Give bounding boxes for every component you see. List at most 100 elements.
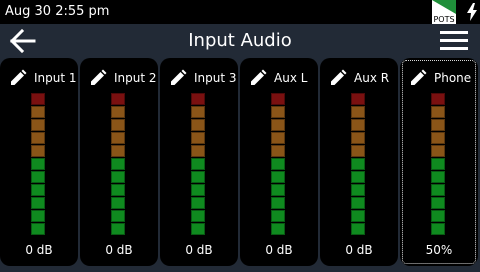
channel-card-phone[interactable]: Phone 50% (400, 58, 478, 266)
meter-segment (431, 119, 445, 131)
meter-segment (271, 223, 285, 235)
meter-segment (111, 171, 125, 183)
meter-segment (431, 106, 445, 118)
meter-segment (31, 145, 45, 157)
meter-segment (191, 171, 205, 183)
meter-segment (31, 197, 45, 209)
meter-segment (351, 223, 365, 235)
pencil-icon[interactable] (9, 69, 27, 87)
meter-segment (191, 119, 205, 131)
channel-header: Input 2 (88, 68, 157, 88)
meter-segment (111, 210, 125, 222)
meter-segment (111, 223, 125, 235)
pencil-icon[interactable] (329, 69, 347, 87)
meter-segment (431, 158, 445, 170)
channel-header: Phone (408, 68, 474, 88)
meter-segment (111, 106, 125, 118)
pots-badge-label: POTS (433, 15, 454, 24)
meter-segment (351, 145, 365, 157)
meter-segment (111, 158, 125, 170)
channel-header: Input 1 (8, 68, 77, 88)
meter-segment (191, 158, 205, 170)
channel-header: Aux L (248, 68, 314, 88)
title-bar: Input Audio (0, 24, 480, 58)
meter-segment (191, 184, 205, 196)
meter-segment (191, 106, 205, 118)
channel-header: Aux R (328, 68, 394, 88)
pencil-icon[interactable] (89, 69, 107, 87)
meter-segment (431, 171, 445, 183)
channel-card-input-2[interactable]: Input 2 0 dB (80, 58, 158, 266)
meter-segment (271, 184, 285, 196)
pencil-icon[interactable] (249, 69, 267, 87)
meter-segment (191, 197, 205, 209)
meter-segment (31, 171, 45, 183)
meter-segment (351, 132, 365, 144)
meter-segment (271, 132, 285, 144)
meter-segment (431, 210, 445, 222)
channel-name: Input 1 (34, 71, 77, 85)
meter-segment (31, 93, 45, 105)
meter-segment (111, 145, 125, 157)
meter-segment (31, 158, 45, 170)
pencil-icon[interactable] (409, 69, 427, 87)
channel-level-value: 0 dB (25, 243, 53, 257)
meter-segment (271, 145, 285, 157)
channel-header: Input 3 (168, 68, 237, 88)
meter-segment (271, 197, 285, 209)
meter-segment (191, 93, 205, 105)
meter-segment (351, 158, 365, 170)
meter-segment (31, 119, 45, 131)
hamburger-menu-icon[interactable] (440, 31, 468, 51)
meter-segment (191, 145, 205, 157)
channel-card-aux-r[interactable]: Aux R 0 dB (320, 58, 398, 266)
channel-level-value: 0 dB (345, 243, 373, 257)
meter-segment (31, 210, 45, 222)
meter-segment (431, 132, 445, 144)
meter-segment (191, 132, 205, 144)
meter-segment (111, 119, 125, 131)
meter-segment (351, 171, 365, 183)
meter-segment (111, 184, 125, 196)
meter-segment (351, 106, 365, 118)
channel-name: Input 3 (194, 71, 237, 85)
meter-segment (191, 223, 205, 235)
channel-name: Input 2 (114, 71, 157, 85)
meter-segment (351, 93, 365, 105)
meter-segment (351, 184, 365, 196)
meter-segment (31, 106, 45, 118)
meter-segment (111, 197, 125, 209)
page-title: Input Audio (188, 30, 292, 51)
meter-segment (111, 93, 125, 105)
channel-name: Aux L (274, 71, 308, 85)
channel-card-input-3[interactable]: Input 3 0 dB (160, 58, 238, 266)
meter-segment (111, 132, 125, 144)
lightning-icon (467, 3, 477, 21)
channel-name: Aux R (354, 71, 390, 85)
meter-segment (431, 223, 445, 235)
pencil-icon[interactable] (169, 69, 187, 87)
channel-level-value: 50% (425, 243, 453, 257)
channel-name: Phone (434, 71, 472, 85)
meter-segment (271, 119, 285, 131)
meter-segment (431, 93, 445, 105)
pots-badge: POTS (432, 0, 456, 24)
meter-segment (271, 158, 285, 170)
meter-segment (271, 106, 285, 118)
meter-segment (271, 93, 285, 105)
status-time: Aug 30 2:55 pm (5, 4, 110, 19)
channel-strip-list: Input 1 0 dB Input 2 0 dB Input 3 0 dB Aux L 0 … (0, 58, 480, 268)
meter-segment (431, 184, 445, 196)
channel-card-input-1[interactable]: Input 1 0 dB (0, 58, 78, 266)
channel-card-aux-l[interactable]: Aux L 0 dB (240, 58, 318, 266)
meter-segment (191, 210, 205, 222)
meter-segment (31, 223, 45, 235)
channel-level-value: 0 dB (185, 243, 213, 257)
channel-level-value: 0 dB (105, 243, 133, 257)
channel-level-value: 0 dB (265, 243, 293, 257)
meter-segment (271, 210, 285, 222)
meter-segment (431, 145, 445, 157)
meter-segment (31, 184, 45, 196)
meter-segment (351, 119, 365, 131)
meter-segment (431, 197, 445, 209)
